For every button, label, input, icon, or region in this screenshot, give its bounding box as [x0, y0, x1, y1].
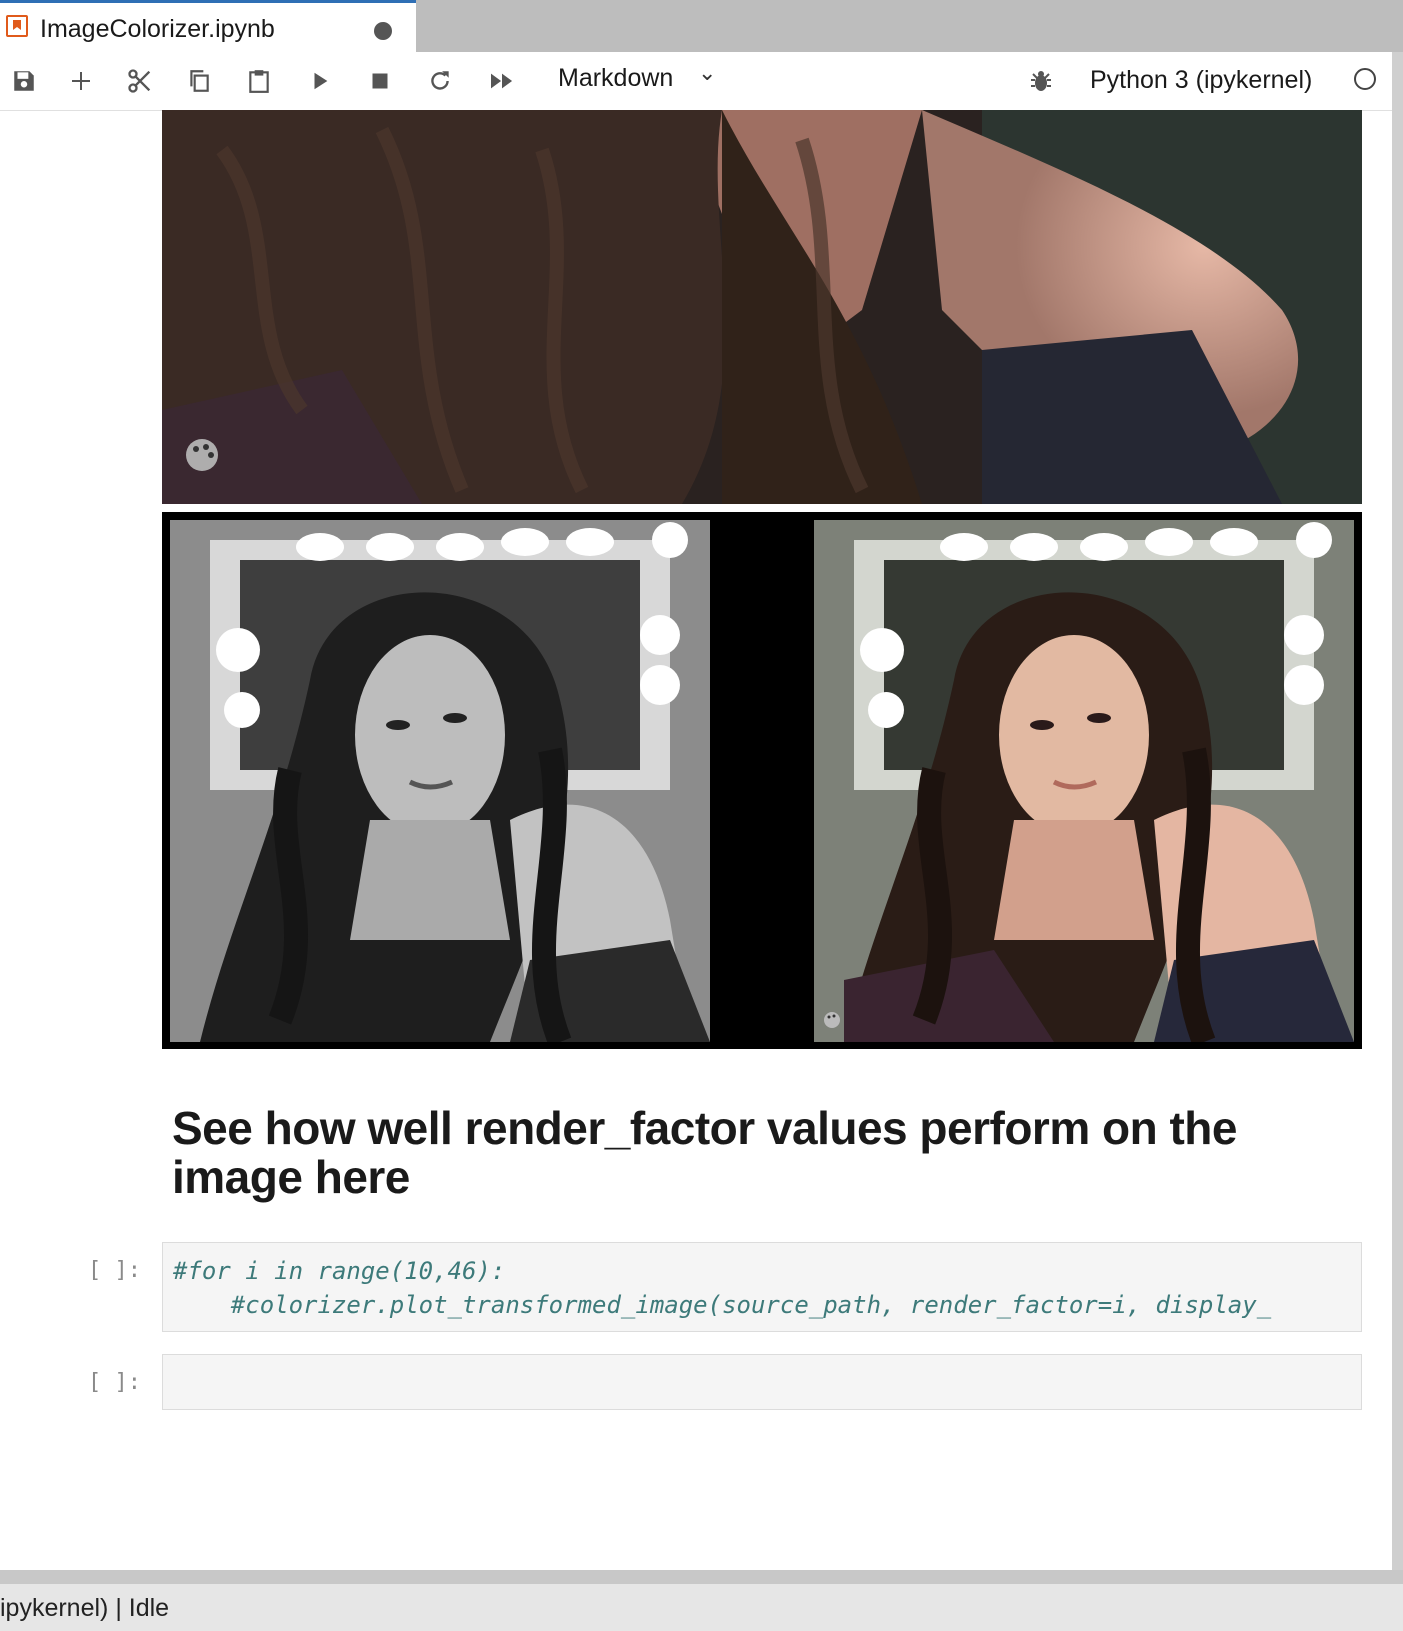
output-image-portrait-crop	[162, 110, 1362, 504]
save-icon[interactable]	[6, 64, 42, 98]
debugger-bug-icon[interactable]	[1030, 68, 1052, 94]
empty-code-cell-input[interactable]	[162, 1354, 1362, 1410]
code-line: #colorizer.plot_transformed_image(source…	[173, 1291, 1272, 1319]
tab-title: ImageColorizer.ipynb	[40, 15, 275, 43]
colorized-image	[814, 520, 1354, 1042]
code-line: #for i in range(10,46):	[173, 1257, 506, 1285]
status-bar: ipykernel) | Idle	[0, 1584, 1403, 1631]
code-cell-input[interactable]: #for i in range(10,46): #colorizer.plot_…	[162, 1242, 1362, 1332]
scrollbar-track[interactable]	[1392, 52, 1403, 1570]
kernel-status-text: ipykernel) | Idle	[0, 1594, 170, 1622]
chevron-down-icon[interactable]: ⌄	[698, 60, 716, 86]
cell-prompt: [ ]:	[88, 1258, 141, 1283]
run-all-icon[interactable]	[484, 64, 520, 98]
notebook-panel: Markdown ⌄ Python 3 (ipykernel) See how …	[0, 52, 1392, 1570]
kernel-status-icon	[1354, 68, 1376, 90]
stop-icon[interactable]	[362, 64, 398, 98]
kernel-name[interactable]: Python 3 (ipykernel)	[1090, 66, 1312, 95]
tab-bar: ImageColorizer.ipynb	[0, 0, 1403, 52]
cell-type-select[interactable]: Markdown	[558, 64, 673, 93]
notebook-icon	[6, 15, 28, 37]
add-cell-icon[interactable]	[63, 64, 99, 98]
cut-icon[interactable]	[122, 64, 158, 98]
palette-watermark-icon	[824, 1012, 840, 1028]
cell-prompt: [ ]:	[88, 1370, 141, 1395]
grayscale-image	[170, 520, 710, 1042]
unsaved-dot-icon[interactable]	[374, 22, 392, 40]
run-icon[interactable]	[302, 64, 338, 98]
copy-icon[interactable]	[181, 64, 217, 98]
palette-watermark-icon	[186, 439, 218, 471]
notebook-tab[interactable]: ImageColorizer.ipynb	[0, 0, 416, 52]
restart-icon[interactable]	[422, 64, 458, 98]
output-image-comparison	[162, 512, 1362, 1049]
paste-icon[interactable]	[241, 64, 277, 98]
notebook-toolbar: Markdown ⌄ Python 3 (ipykernel)	[0, 52, 1392, 111]
markdown-heading[interactable]: See how well render_factor values perfor…	[172, 1104, 1292, 1202]
